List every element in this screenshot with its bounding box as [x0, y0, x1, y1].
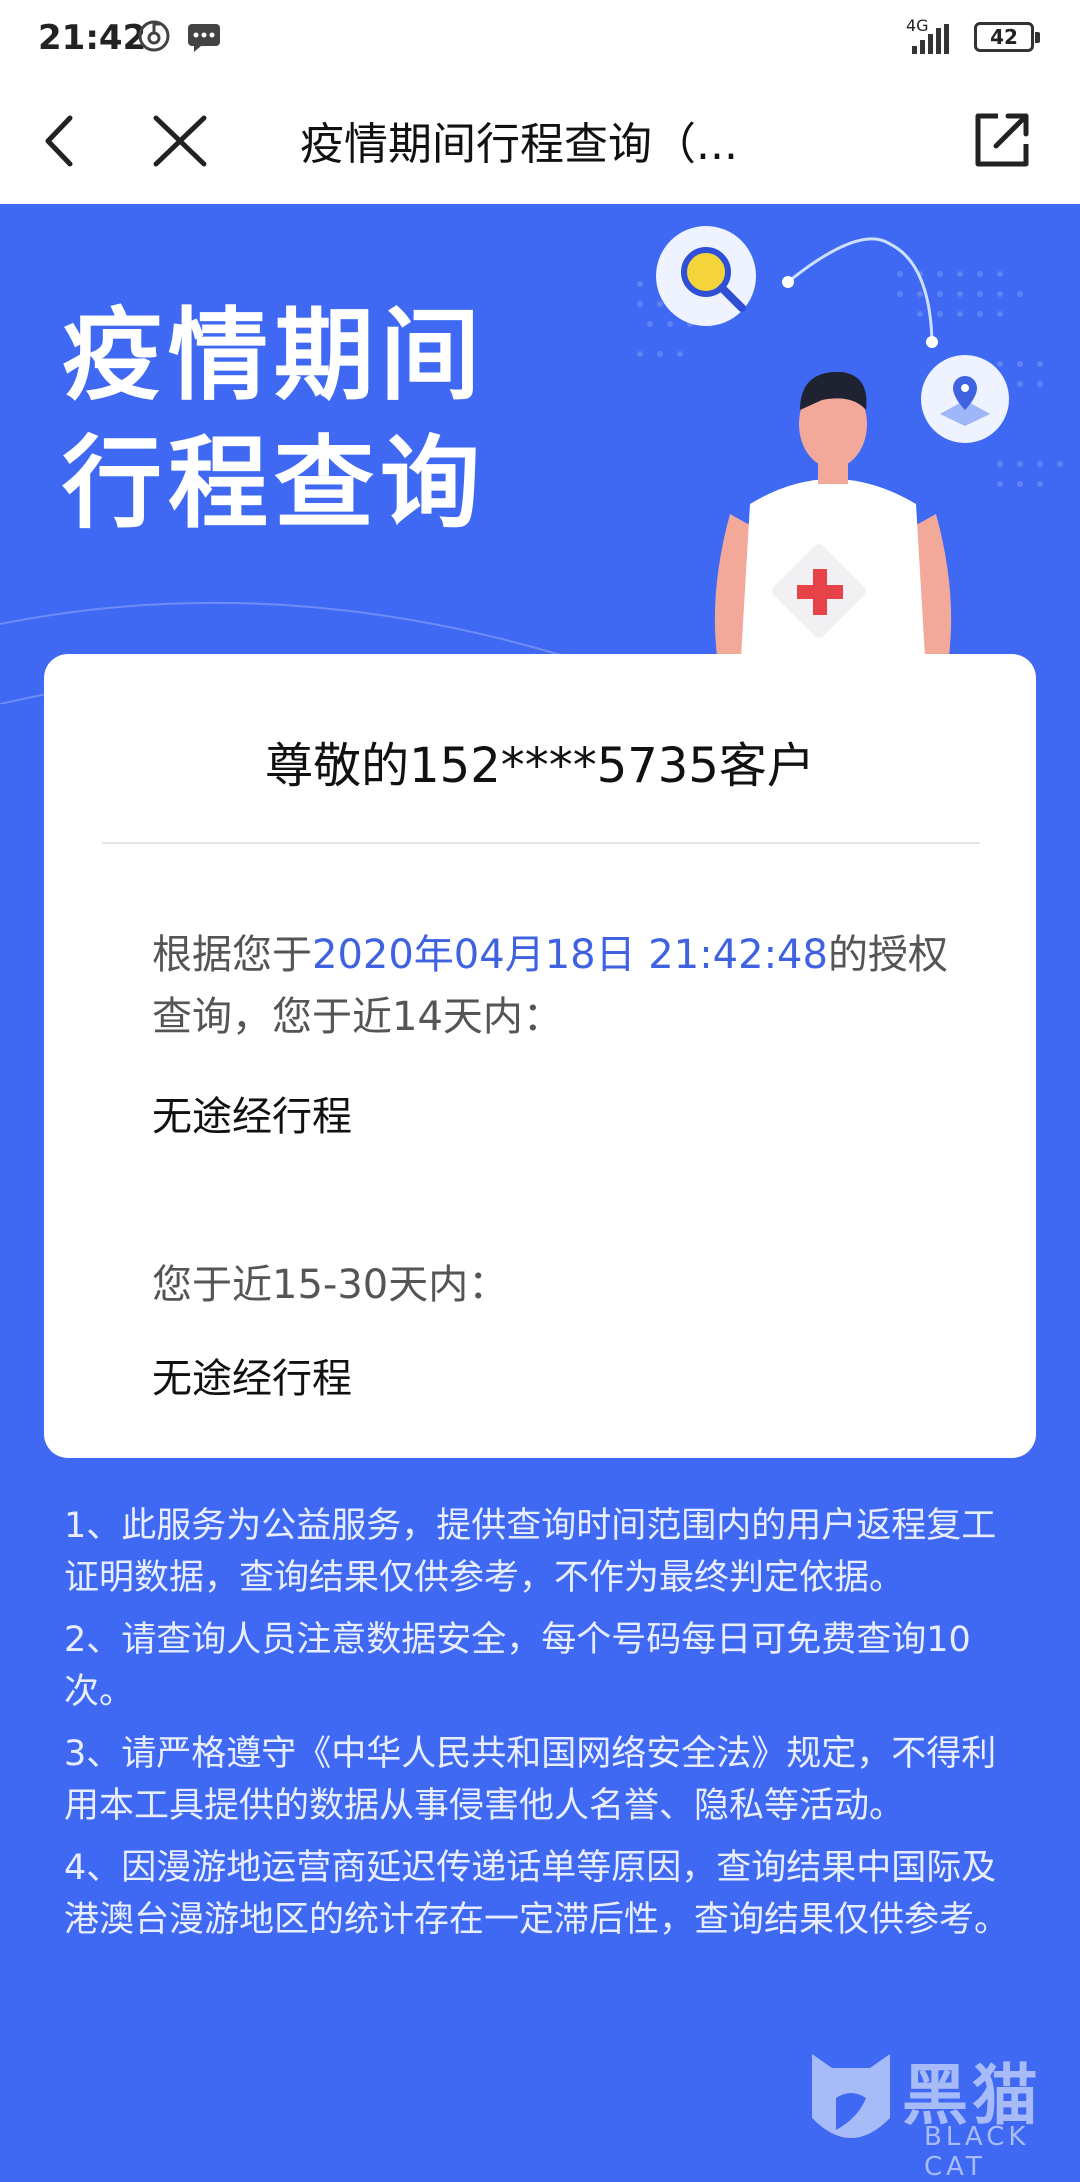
query-datetime: 2020年04月18日 21:42:48	[312, 932, 828, 978]
title-bar: 疫情期间行程查询（...	[0, 78, 1080, 204]
signal-icon: 4G	[906, 16, 966, 56]
watermark-en: BLACK CAT	[924, 2122, 1030, 2182]
divider	[102, 842, 980, 844]
back-icon[interactable]	[30, 106, 100, 176]
battery-icon: 42	[974, 22, 1040, 52]
status-time: 21:42	[38, 18, 147, 58]
query-14-days: 根据您于2020年04月18日 21:42:48的授权查询，您于近14天内：	[152, 924, 972, 1048]
hero-title-line2: 行程查询	[62, 425, 486, 542]
doctor-illustration	[656, 226, 1009, 664]
netease-music-icon	[138, 20, 170, 52]
hero-banner: 疫情期间 行程查询	[0, 204, 1080, 704]
watermark: 黑猫 BLACK CAT	[806, 2042, 1076, 2182]
result-card: 尊敬的152****5735客户 根据您于2020年04月18日 21:42:4…	[44, 654, 1036, 1458]
note-item: 4、因漫游地运营商延迟传递话单等原因，查询结果中国际及港澳台漫游地区的统计存在一…	[64, 1848, 1010, 1940]
close-icon[interactable]	[140, 106, 220, 176]
query-prefix: 根据您于	[152, 932, 312, 978]
note-item: 1、此服务为公益服务，提供查询时间范围内的用户返程复工证明数据，查询结果仅供参考…	[64, 1506, 997, 1598]
query-30-days: 您于近15-30天内：	[152, 1262, 509, 1308]
black-cat-logo	[812, 2054, 890, 2138]
notes-list: 1、此服务为公益服务，提供查询时间范围内的用户返程复工证明数据，查询结果仅供参考…	[64, 1500, 1024, 1956]
query-result: 根据您于2020年04月18日 21:42:48的授权查询，您于近14天内： 无…	[152, 924, 972, 1404]
hero-title-line1: 疫情期间	[62, 297, 486, 414]
result-14-days: 无途经行程	[152, 1094, 352, 1140]
note-item: 3、请严格遵守《中华人民共和国网络安全法》规定，不得利用本工具提供的数据从事侵害…	[64, 1734, 997, 1826]
note-item: 2、请查询人员注意数据安全，每个号码每日可免费查询10次。	[64, 1620, 971, 1712]
hero-title: 疫情期间 行程查询	[62, 292, 486, 548]
share-icon[interactable]	[966, 106, 1036, 176]
battery-level: 42	[990, 25, 1018, 49]
result-30-days: 无途经行程	[152, 1356, 352, 1402]
page-title: 疫情期间行程查询（...	[300, 119, 738, 170]
message-icon	[188, 24, 220, 52]
status-bar: 21:42 4G 42	[0, 0, 1080, 78]
customer-greeting: 尊敬的152****5735客户	[265, 738, 815, 794]
